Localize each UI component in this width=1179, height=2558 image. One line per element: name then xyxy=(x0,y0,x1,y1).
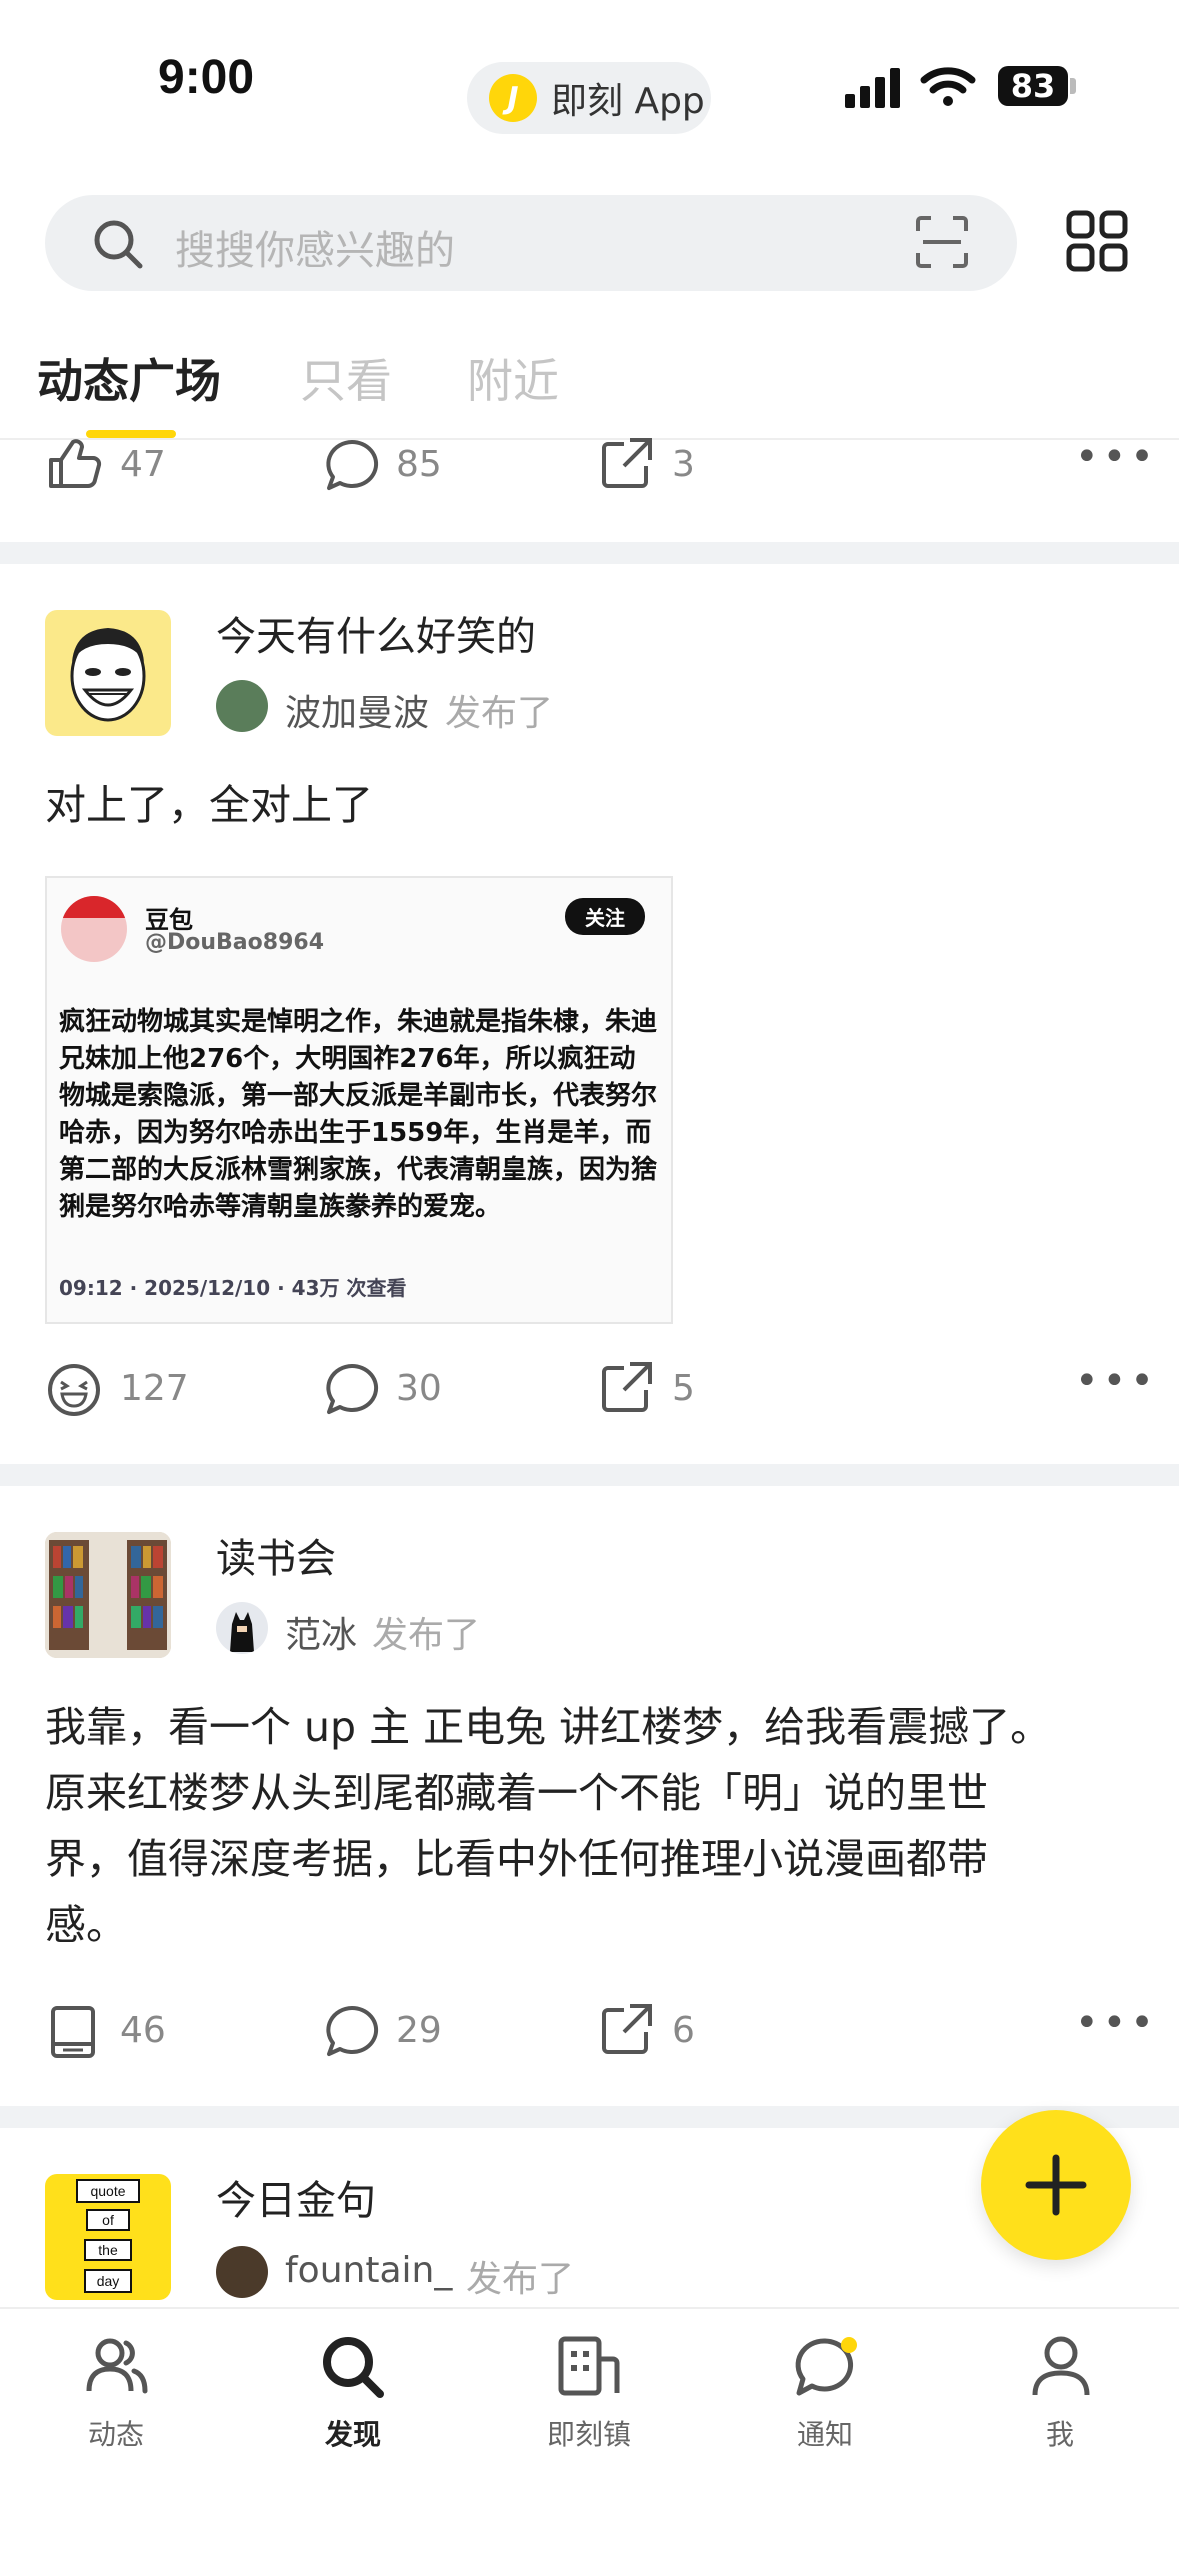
avatar-word: the xyxy=(98,2242,118,2258)
nav-label: 动态 xyxy=(87,2418,144,2451)
comment-count: 30 xyxy=(396,1368,442,1409)
reaction-count: 127 xyxy=(120,1368,189,1409)
topic-avatar[interactable] xyxy=(45,610,171,736)
more-options-icon[interactable]: ••• xyxy=(1075,2000,1158,2046)
status-time: 9:00 xyxy=(158,51,255,104)
chat-bubble-icon xyxy=(795,2337,857,2396)
nav-tab-discover[interactable]: 发现 xyxy=(273,2335,433,2465)
card-meta: 09:12 · 2025/12/10 · 43万 次查看 xyxy=(59,1276,407,1300)
published-label: 发布了 xyxy=(372,1615,481,1656)
post-text-line: 感。 xyxy=(45,1901,127,1949)
cellular-signal-icon xyxy=(845,68,900,108)
author-name[interactable]: 波加曼波 xyxy=(285,684,429,736)
island-app-label: 即刻 App xyxy=(551,81,705,122)
search-icon xyxy=(94,220,143,269)
battery-tip xyxy=(1070,78,1076,94)
avatar-word: quote xyxy=(90,2183,125,2199)
comment-count: 85 xyxy=(396,444,442,485)
post-text[interactable]: 对上了，全对上了 xyxy=(45,772,373,838)
dynamic-island-app-pill[interactable]: J 即刻 App xyxy=(467,62,711,134)
post-text-line: 原来红楼梦从头到尾都藏着一个不能「明」说的里世 xyxy=(45,1769,988,1817)
post-text[interactable]: 我靠，看一个 up 主 正电兔 讲红楼梦，给我看震撼了。 原来红楼梦从头到尾都藏… xyxy=(45,1694,1051,1958)
share-icon[interactable] xyxy=(600,1360,654,1414)
card-follow-badge: 关注 xyxy=(565,898,645,935)
author-avatar[interactable] xyxy=(216,1602,268,1654)
person-icon xyxy=(1032,2336,1090,2396)
nav-label: 我 xyxy=(1045,2418,1074,2451)
tabs-divider xyxy=(0,438,1179,440)
search-icon xyxy=(323,2337,384,2398)
notification-badge xyxy=(841,2337,857,2353)
post-text-line: 界，值得深度考据，比看中外任何推理小说漫画都带 xyxy=(45,1835,988,1883)
avatar-word: of xyxy=(102,2212,114,2228)
apps-grid-icon[interactable] xyxy=(1066,210,1128,272)
nav-tab-notifications[interactable]: 通知 xyxy=(745,2335,905,2465)
people-icon xyxy=(86,2338,148,2394)
tab-square[interactable]: 动态广场 xyxy=(37,345,221,411)
avatar-word: day xyxy=(97,2273,120,2289)
like-count: 47 xyxy=(120,444,166,485)
feed-separator xyxy=(0,1464,1179,1486)
quote-of-the-day-avatar: quote of the day xyxy=(76,2179,140,2293)
wifi-icon xyxy=(920,67,976,106)
nav-tab-feed[interactable]: 动态 xyxy=(36,2335,196,2465)
bottom-tab-bar: 动态 发现 即刻镇 通知 我 xyxy=(0,2307,1179,2558)
meme-face-icon xyxy=(70,628,146,722)
comment-icon[interactable] xyxy=(324,438,380,494)
share-icon[interactable] xyxy=(600,2002,654,2056)
card-avatar xyxy=(61,896,127,962)
post-image[interactable]: 豆包 @DouBao8964 关注 疯狂动物城其实是悼明之作，朱迪就是指朱棣，朱… xyxy=(45,876,673,1324)
share-count: 3 xyxy=(672,444,695,485)
author-name[interactable]: 范冰 xyxy=(285,1606,357,1658)
create-post-button[interactable] xyxy=(981,2110,1131,2260)
building-icon xyxy=(558,2336,620,2396)
share-count: 6 xyxy=(672,2010,695,2051)
published-label: 发布了 xyxy=(466,2259,575,2300)
tab-following[interactable]: 只看 xyxy=(300,345,392,411)
topic-avatar[interactable]: quote of the day xyxy=(45,2174,171,2300)
share-icon[interactable] xyxy=(600,436,654,490)
author-avatar[interactable] xyxy=(216,2246,268,2298)
share-count: 5 xyxy=(672,1368,695,1409)
plus-icon xyxy=(1025,2154,1087,2216)
post-text-line: 我靠，看一个 up 主 正电兔 讲红楼梦，给我看震撼了。 xyxy=(45,1703,1052,1751)
jike-logo-icon: J xyxy=(489,74,537,122)
comment-count: 29 xyxy=(396,2010,442,2051)
published-label: 发布了 xyxy=(445,693,554,734)
topic-title[interactable]: 读书会 xyxy=(216,1526,336,1584)
tab-nearby[interactable]: 附近 xyxy=(467,345,559,411)
comment-icon[interactable] xyxy=(324,1362,380,1418)
battery-indicator: 83 xyxy=(998,66,1068,106)
feed-separator xyxy=(0,542,1179,564)
nav-tab-town[interactable]: 即刻镇 xyxy=(509,2335,669,2465)
topic-title[interactable]: 今日金句 xyxy=(216,2168,376,2226)
card-body: 疯狂动物城其实是悼明之作，朱迪就是指朱棣，朱迪兄妹加上他276个，大明国祚276… xyxy=(59,1007,658,1222)
laugh-emoji-icon[interactable] xyxy=(46,1362,102,1418)
nav-label: 发现 xyxy=(324,2418,381,2451)
author-name[interactable]: fountain_ xyxy=(285,2250,452,2291)
batman-avatar-icon xyxy=(230,1612,254,1652)
topic-avatar[interactable] xyxy=(45,1532,171,1658)
active-tab-indicator xyxy=(86,430,176,438)
more-options-icon[interactable]: ••• xyxy=(1075,434,1158,480)
comment-icon[interactable] xyxy=(324,2004,380,2060)
author-avatar[interactable] xyxy=(216,680,268,732)
nav-tab-me[interactable]: 我 xyxy=(980,2335,1140,2465)
card-handle: @DouBao8964 xyxy=(145,930,324,955)
bookshelf-icon xyxy=(45,1532,171,1658)
scan-icon[interactable] xyxy=(915,215,969,269)
topic-title[interactable]: 今天有什么好笑的 xyxy=(216,604,536,662)
nav-label: 即刻镇 xyxy=(546,2418,631,2451)
nav-label: 通知 xyxy=(796,2418,853,2451)
like-icon[interactable] xyxy=(47,438,103,488)
more-options-icon[interactable]: ••• xyxy=(1075,1358,1158,1404)
book-icon[interactable] xyxy=(48,2004,100,2060)
reaction-count: 46 xyxy=(120,2010,166,2051)
search-placeholder[interactable]: 搜搜你感兴趣的 xyxy=(175,218,455,276)
